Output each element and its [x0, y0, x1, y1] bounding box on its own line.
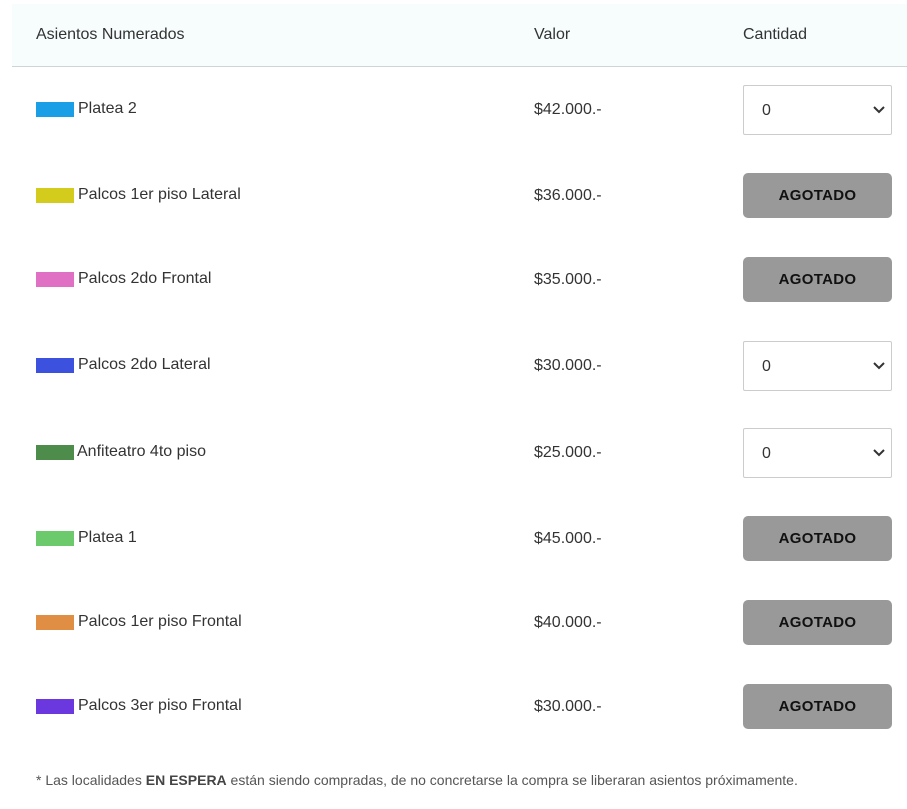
table-row: Anfiteatro 4to piso $25.000.- 0 [12, 428, 907, 478]
table-row: Platea 1 $45.000.- AGOTADO [12, 516, 907, 566]
footnote-bold: EN ESPERA [145, 772, 227, 788]
table-row: Palcos 2do Lateral $30.000.- 0 [12, 341, 907, 391]
seat-section-name: Palcos 2do Frontal [78, 270, 212, 287]
sold-out-button[interactable]: AGOTADO [743, 516, 892, 561]
column-header-quantity: Cantidad [743, 26, 808, 43]
seat-price: $25.000.- [534, 444, 602, 461]
table-row: Palcos 1er piso Frontal $40.000.- AGOTAD… [12, 600, 907, 650]
seat-price: $30.000.- [534, 698, 602, 715]
seat-color-swatch [36, 102, 74, 117]
seat-section-name: Anfiteatro 4to piso [77, 443, 206, 460]
seat-section-name: Palcos 3er piso Frontal [78, 697, 242, 714]
footnote: * Las localidades EN ESPERA están siendo… [36, 772, 798, 788]
quantity-value: 0 [762, 358, 771, 375]
seat-price: $45.000.- [534, 530, 602, 547]
table-row: Palcos 2do Frontal $35.000.- AGOTADO [12, 257, 907, 307]
table-row: Platea 2 $42.000.- 0 [12, 85, 907, 135]
table-header: Asientos Numerados Valor Cantidad [12, 4, 907, 67]
seat-price: $36.000.- [534, 187, 602, 204]
sold-out-button[interactable]: AGOTADO [743, 257, 892, 302]
seat-color-swatch [36, 188, 74, 203]
seat-price: $42.000.- [534, 101, 602, 118]
footnote-suffix: están siendo compradas, de no concretars… [226, 772, 798, 788]
quantity-select[interactable]: 0 [743, 341, 892, 391]
column-header-seats: Asientos Numerados [36, 26, 185, 43]
quantity-value: 0 [762, 445, 771, 462]
seat-price: $35.000.- [534, 271, 602, 288]
seat-section-name: Palcos 1er piso Lateral [78, 186, 241, 203]
sold-out-button[interactable]: AGOTADO [743, 684, 892, 729]
chevron-down-icon [873, 106, 885, 114]
seat-section-name: Platea 1 [78, 529, 137, 546]
seat-color-swatch [36, 445, 74, 460]
column-header-value: Valor [534, 26, 571, 43]
seat-color-swatch [36, 358, 74, 373]
seat-price: $30.000.- [534, 357, 602, 374]
table-row: Palcos 3er piso Frontal $30.000.- AGOTAD… [12, 684, 907, 734]
seat-section-name: Platea 2 [78, 100, 137, 117]
seat-color-swatch [36, 272, 74, 287]
sold-out-button[interactable]: AGOTADO [743, 173, 892, 218]
footnote-prefix: * Las localidades [36, 772, 146, 788]
table-row: Palcos 1er piso Lateral $36.000.- AGOTAD… [12, 173, 907, 223]
seat-price: $40.000.- [534, 614, 602, 631]
seat-section-name: Palcos 1er piso Frontal [78, 613, 242, 630]
seat-color-swatch [36, 699, 74, 714]
sold-out-button[interactable]: AGOTADO [743, 600, 892, 645]
seat-color-swatch [36, 615, 74, 630]
quantity-value: 0 [762, 102, 771, 119]
seat-color-swatch [36, 531, 74, 546]
quantity-select[interactable]: 0 [743, 85, 892, 135]
quantity-select[interactable]: 0 [743, 428, 892, 478]
seat-section-name: Palcos 2do Lateral [78, 356, 211, 373]
chevron-down-icon [873, 362, 885, 370]
chevron-down-icon [873, 449, 885, 457]
